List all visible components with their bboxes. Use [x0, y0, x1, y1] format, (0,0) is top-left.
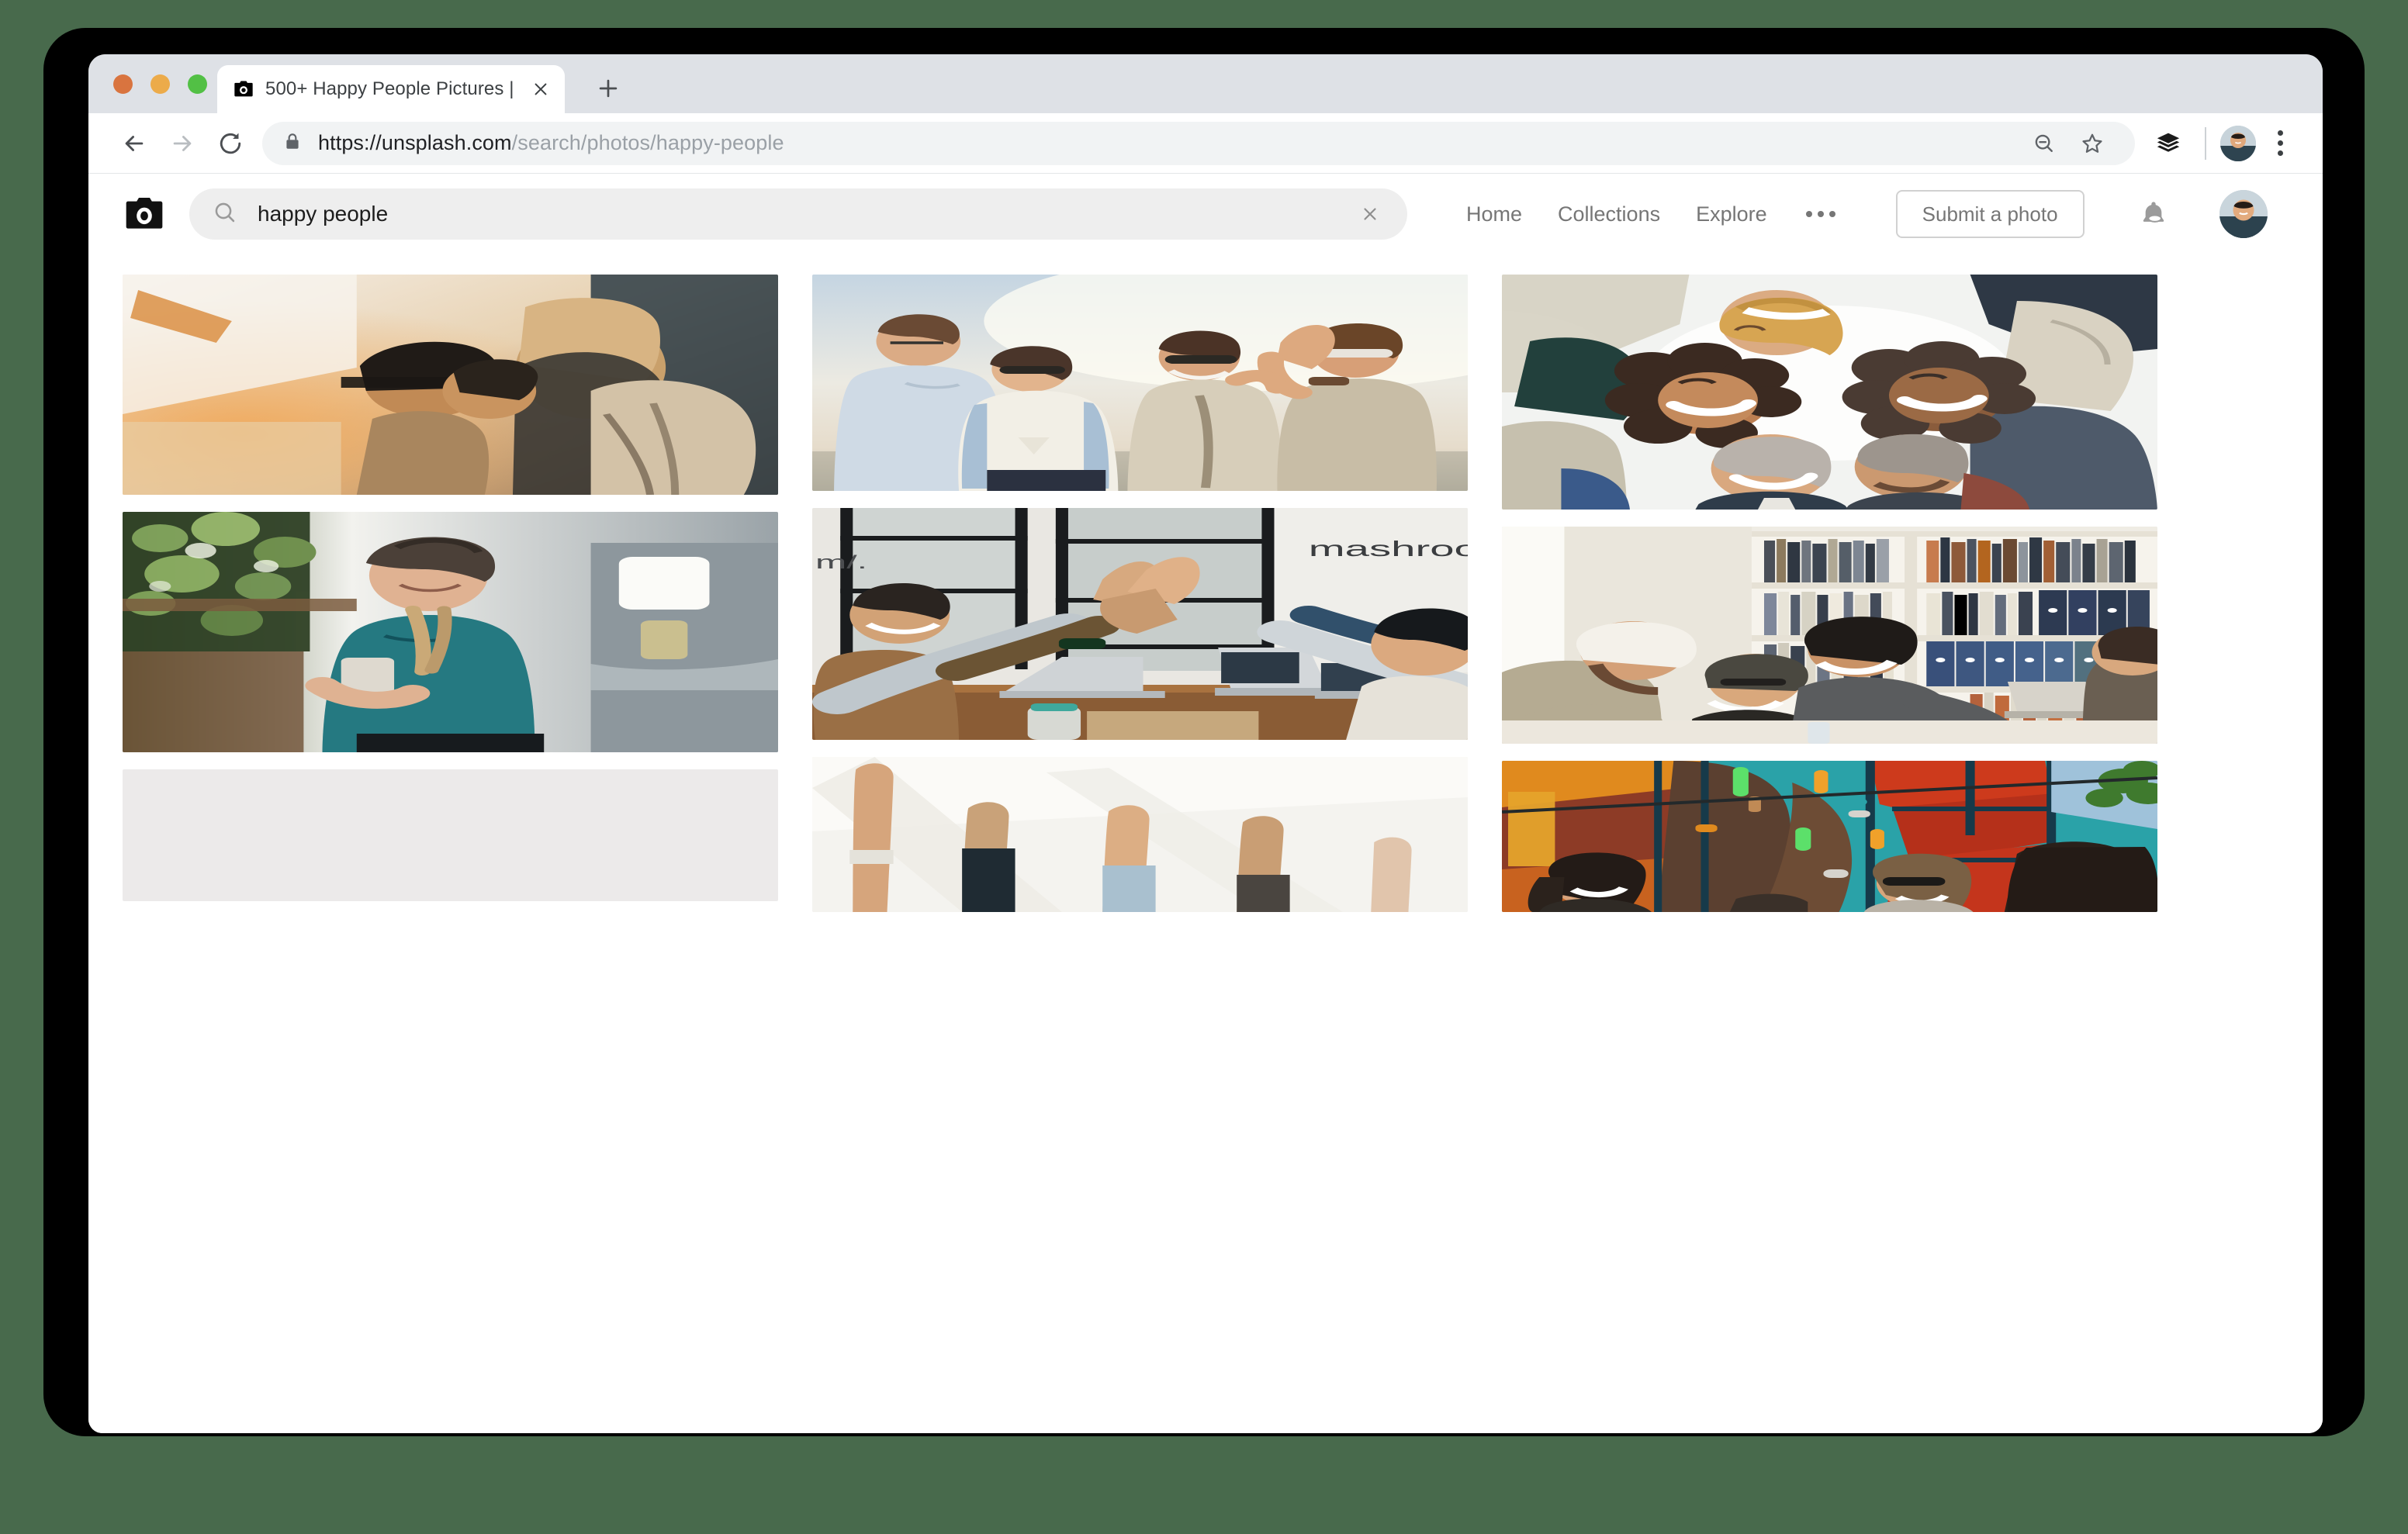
user-avatar[interactable] [2219, 190, 2268, 238]
close-icon[interactable] [529, 78, 552, 101]
submit-a-photo-button[interactable]: Submit a photo [1895, 190, 2085, 238]
browser-tab[interactable]: 500+ Happy People Pictures | [217, 65, 565, 113]
photo-huddle-from-below [1502, 275, 2157, 510]
submit-a-photo-label: Submit a photo [1922, 202, 2058, 226]
photo-raised-hands [812, 757, 1468, 912]
unsplash-camera-logo[interactable] [123, 192, 166, 236]
url-text: https://unsplash.com/search/photos/happy… [318, 131, 784, 155]
star-icon[interactable] [2070, 121, 2115, 166]
photo-golden-hour-friends [123, 275, 778, 495]
browser-tab-strip: 500+ Happy People Pictures | [88, 54, 2323, 113]
toolbar-divider [2205, 126, 2206, 160]
photo-grid-column: mashroom m/. [812, 275, 1468, 912]
photo-mural-friends [1502, 761, 2157, 912]
site-header: happy people Home Collections Explore Su… [88, 174, 2323, 254]
search-input[interactable]: happy people [189, 188, 1407, 240]
nav-link-explore[interactable]: Explore [1696, 202, 1767, 226]
forward-arrow-icon [158, 119, 206, 168]
search-icon [213, 200, 237, 229]
back-arrow-icon[interactable] [110, 119, 158, 168]
zoom-out-icon[interactable] [2022, 121, 2067, 166]
lock-icon [282, 131, 303, 155]
photo-grid-area: mashroom m/. [88, 254, 2323, 1433]
window-traffic-lights [113, 74, 207, 94]
photo-card-sunset-friends[interactable] [812, 275, 1468, 491]
url-host: unsplash.com [381, 131, 512, 154]
photo-card-woman-with-phone[interactable] [123, 512, 778, 752]
browser-toolbar-right [2146, 121, 2302, 166]
search-input-value: happy people [258, 202, 389, 226]
url-actions [2022, 121, 2115, 166]
photo-office-high-five: mashroom m/. [812, 508, 1468, 740]
photo-grid-column [1502, 275, 2157, 912]
photo-grid: mashroom m/. [123, 275, 2289, 912]
layers-icon[interactable] [2146, 121, 2191, 166]
close-icon[interactable] [1353, 197, 1387, 231]
nav-link-home[interactable]: Home [1466, 202, 1522, 226]
profile-avatar[interactable] [2220, 125, 2256, 161]
photo-woman-with-phone [123, 512, 778, 752]
url-address-bar[interactable]: https://unsplash.com/search/photos/happy… [262, 121, 2135, 166]
screenshot-stage: 500+ Happy People Pictures | https://uns… [0, 0, 2408, 1534]
photo-card-huddle-from-below[interactable] [1502, 275, 2157, 510]
window-close-button[interactable] [113, 74, 133, 94]
photo-card-library-students[interactable] [1502, 527, 2157, 744]
photo-card-placeholder[interactable] [123, 769, 778, 901]
photo-grid-column [123, 275, 778, 912]
photo-sunset-friends [812, 275, 1468, 491]
url-path: /search/photos/happy-people [511, 131, 784, 154]
wall-sign-text: mashroom [1309, 537, 1468, 561]
photo-card-golden-hour-friends[interactable] [123, 275, 778, 495]
new-tab-button[interactable] [591, 71, 625, 105]
browser-tab-title: 500+ Happy People Pictures | [265, 78, 514, 99]
camera-icon [233, 78, 254, 100]
browser-window: 500+ Happy People Pictures | https://uns… [88, 54, 2323, 1433]
reload-icon[interactable] [206, 119, 254, 168]
bell-icon[interactable] [2131, 192, 2176, 237]
photo-card-raised-hands[interactable] [812, 757, 1468, 912]
photo-library-students [1502, 527, 2157, 744]
url-scheme: https:// [318, 131, 382, 154]
photo-card-office-high-five[interactable]: mashroom m/. [812, 508, 1468, 740]
browser-toolbar: https://unsplash.com/search/photos/happy… [88, 113, 2323, 174]
svg-text:m/.: m/. [815, 552, 867, 573]
three-dots-horizontal-icon[interactable] [1803, 205, 1839, 223]
site-nav: Home Collections Explore [1466, 202, 1839, 226]
photo-card-mural-friends[interactable] [1502, 761, 2157, 912]
three-dots-vertical-icon[interactable] [2258, 121, 2302, 166]
window-maximize-button[interactable] [188, 74, 207, 94]
window-minimize-button[interactable] [150, 74, 170, 94]
nav-link-collections[interactable]: Collections [1558, 202, 1660, 226]
